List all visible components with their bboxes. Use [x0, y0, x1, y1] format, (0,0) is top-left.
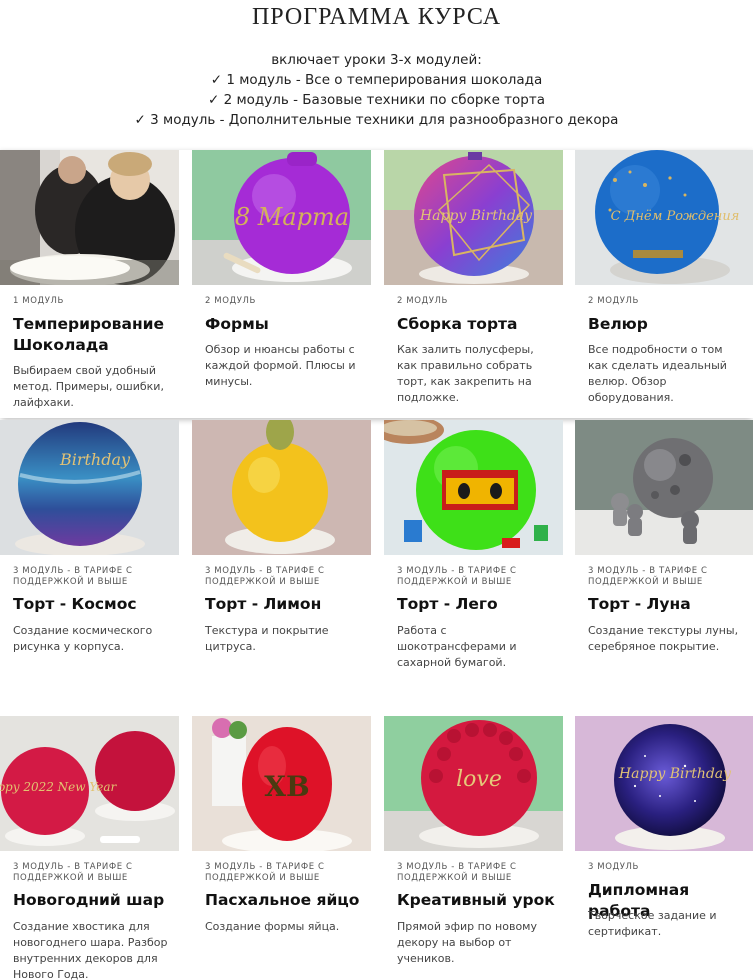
lesson-description: Создание хвостика для новогоднего шара. … [13, 920, 168, 980]
cake-topper-text: 8 Марта [235, 203, 349, 231]
photo-galaxy-sphere: Happy Birthday [575, 716, 753, 851]
lesson-title: Велюр [588, 315, 648, 333]
cake-topper-text: love [456, 767, 502, 792]
lesson-card-tempering[interactable]: 1 МОДУЛЬ Темперирование Шоколада Выбирае… [0, 150, 179, 418]
module-label: 3 МОДУЛЬ - в тарифе с поддержкой и выше [13, 862, 133, 883]
lesson-card-easter-egg[interactable]: ХВ 3 МОДУЛЬ - в тарифе с поддержкой и вы… [192, 716, 371, 980]
module-label: 2 МОДУЛЬ [588, 296, 639, 306]
page-title: ПРОГРАММА КУРСА [251, 4, 502, 30]
cake-topper-text: ХВ [264, 770, 309, 803]
lesson-description: Прямой эфир по новому декору на выбор от… [397, 920, 537, 965]
intro-bullet-module-2: 2 модуль - Базовые техники по сборке тор… [0, 90, 753, 110]
lesson-description: Все подробности о том как сделать идеаль… [588, 343, 727, 404]
lesson-card-forms[interactable]: 8 Марта 2 МОДУЛЬ Формы Обзор и нюансы ра… [192, 150, 371, 418]
intro-bullet-module-3: 3 модуль - Дополнительные техники для ра… [0, 110, 753, 130]
module-label: 1 МОДУЛЬ [13, 296, 64, 306]
lesson-description: Создание текстуры луны, серебряное покры… [588, 624, 739, 653]
lesson-title: Новогодний шар [13, 891, 165, 909]
lesson-card-lego[interactable]: 3 МОДУЛЬ - в тарифе с поддержкой и выше … [384, 420, 563, 690]
lesson-title: Торт - Лимон [205, 595, 322, 613]
lesson-card-velour[interactable]: С Днём Рождения 2 МОДУЛЬ Велюр Все подро… [575, 150, 753, 418]
course-intro: включает уроки 3-х модулей: 1 модуль - В… [0, 50, 753, 130]
photo-space-sphere: Birthday [0, 420, 179, 555]
lesson-card-creative[interactable]: love 3 МОДУЛЬ - в тарифе с поддержкой и … [384, 716, 563, 980]
lesson-title: Сборка торта [397, 315, 518, 333]
module-label: 3 МОДУЛЬ - в тарифе с поддержкой и выше [397, 566, 517, 587]
module-label: 2 МОДУЛЬ [205, 296, 256, 306]
module-label: 3 МОДУЛЬ - в тарифе с поддержкой и выше [205, 566, 325, 587]
lesson-description: Создание космического рисунка у корпуса. [13, 624, 153, 653]
module-label: 3 МОДУЛЬ - в тарифе с поддержкой и выше [13, 566, 133, 587]
module-label: 3 МОДУЛЬ - в тарифе с поддержкой и выше [588, 566, 708, 587]
lesson-description: Выбираем свой удобный метод. Примеры, ош… [13, 364, 164, 409]
lesson-card-diploma[interactable]: Happy Birthday 3 МОДУЛЬ Дипломная работа… [575, 716, 753, 980]
photo-love-sphere: love [384, 716, 563, 851]
cake-topper-text: Happy Birthday [618, 766, 732, 782]
lesson-card-assembly[interactable]: Happy Birthday 2 МОДУЛЬ Сборка торта Как… [384, 150, 563, 418]
cake-topper-text: Happy 2022 New Year [0, 780, 118, 794]
lesson-description: Творческое задание и сертификат. [588, 909, 717, 938]
module-label: 3 МОДУЛЬ [588, 862, 639, 872]
intro-bullet-module-1: 1 модуль - Все о темперирования шоколада [0, 70, 753, 90]
lesson-title: Формы [205, 315, 269, 333]
cake-topper-text: Birthday [59, 450, 131, 469]
lesson-title: Пасхальное яйцо [205, 891, 360, 909]
lesson-card-new-year[interactable]: Happy 2022 New Year 3 МОДУЛЬ - в тарифе … [0, 716, 179, 980]
photo-purple-sphere-8-marta: 8 Марта [192, 150, 371, 285]
photo-moon-sphere [575, 420, 753, 555]
lesson-description: Обзор и нюансы работы с каждой формой. П… [205, 343, 356, 388]
lesson-title: Креативный урок [397, 891, 555, 909]
lesson-title: Торт - Космос [13, 595, 137, 613]
module-label: 3 МОДУЛЬ - в тарифе с поддержкой и выше [205, 862, 325, 883]
lesson-description: Как залить полусферы, как правильно собр… [397, 343, 534, 404]
photo-gradient-sphere: Happy Birthday [384, 150, 563, 285]
lesson-title: Торт - Лего [397, 595, 498, 613]
cake-topper-text: Happy Birthday [419, 208, 533, 224]
photo-blue-velour-sphere: С Днём Рождения [575, 150, 753, 285]
lesson-title: Торт - Луна [588, 595, 691, 613]
photo-lego-sphere [384, 420, 563, 555]
intro-line: включает уроки 3-х модулей: [271, 52, 482, 68]
lesson-card-moon[interactable]: 3 МОДУЛЬ - в тарифе с поддержкой и выше … [575, 420, 753, 690]
cake-topper-text: С Днём Рождения [611, 209, 740, 224]
module-label: 3 МОДУЛЬ - в тарифе с поддержкой и выше [397, 862, 517, 883]
lesson-card-lemon[interactable]: 3 МОДУЛЬ - в тарифе с поддержкой и выше … [192, 420, 371, 690]
photo-easter-egg: ХВ [192, 716, 371, 851]
lesson-description: Создание формы яйца. [205, 920, 340, 933]
photo-tempering [0, 150, 179, 285]
lesson-description: Текстура и покрытие цитруса. [205, 624, 329, 653]
photo-new-year-spheres: Happy 2022 New Year [0, 716, 179, 851]
lesson-title: Темперирование Шоколада [13, 315, 165, 354]
lesson-card-cosmos[interactable]: Birthday 3 МОДУЛЬ - в тарифе с поддержко… [0, 420, 179, 690]
module-label: 2 МОДУЛЬ [397, 296, 448, 306]
photo-lemon-sphere [192, 420, 371, 555]
lesson-description: Работа с шокотрансферами и сахарной бума… [397, 624, 517, 669]
